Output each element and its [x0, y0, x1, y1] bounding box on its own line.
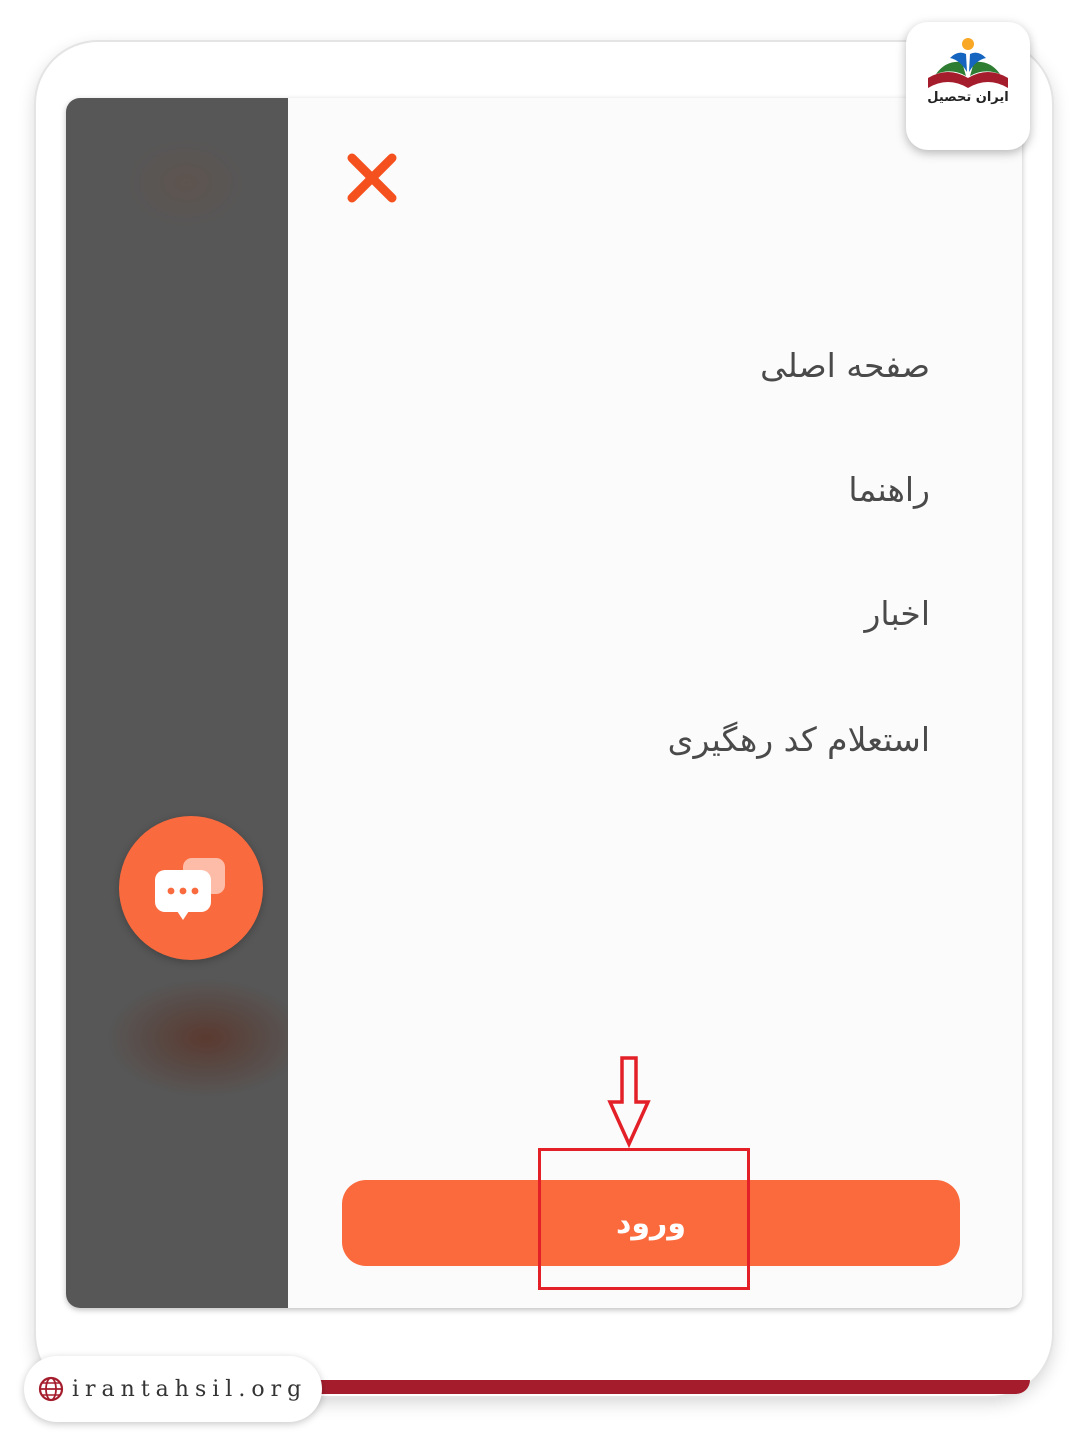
menu-item-tracking-code[interactable]: استعلام کد رهگیری	[668, 720, 930, 759]
close-button[interactable]	[342, 148, 402, 208]
brand-stripe	[250, 1380, 1030, 1394]
blurred-content	[126, 138, 246, 228]
side-menu-drawer: صفحه اصلی راهنما اخبار استعلام کد رهگیری…	[288, 98, 1022, 1308]
brand-logo-text: ایران تحصیل	[927, 90, 1009, 105]
highlight-box	[538, 1148, 750, 1290]
chat-bubbles-icon	[155, 858, 225, 920]
book-logo-icon	[928, 38, 1008, 88]
close-icon	[347, 153, 397, 203]
backdrop-overlay[interactable]	[66, 98, 306, 1308]
chat-button[interactable]	[119, 816, 263, 960]
menu-item-home[interactable]: صفحه اصلی	[760, 346, 930, 385]
down-arrow-annotation-icon	[607, 1056, 651, 1148]
brand-logo: ایران تحصیل	[906, 22, 1030, 150]
website-url: irantahsil.org	[72, 1376, 308, 1402]
menu-item-guide[interactable]: راهنما	[848, 470, 930, 509]
phone-screen: صفحه اصلی راهنما اخبار استعلام کد رهگیری…	[66, 98, 1022, 1308]
website-badge: irantahsil.org	[24, 1356, 322, 1422]
globe-icon	[38, 1376, 64, 1402]
blurred-content	[106, 978, 306, 1098]
menu-item-news[interactable]: اخبار	[864, 594, 930, 633]
